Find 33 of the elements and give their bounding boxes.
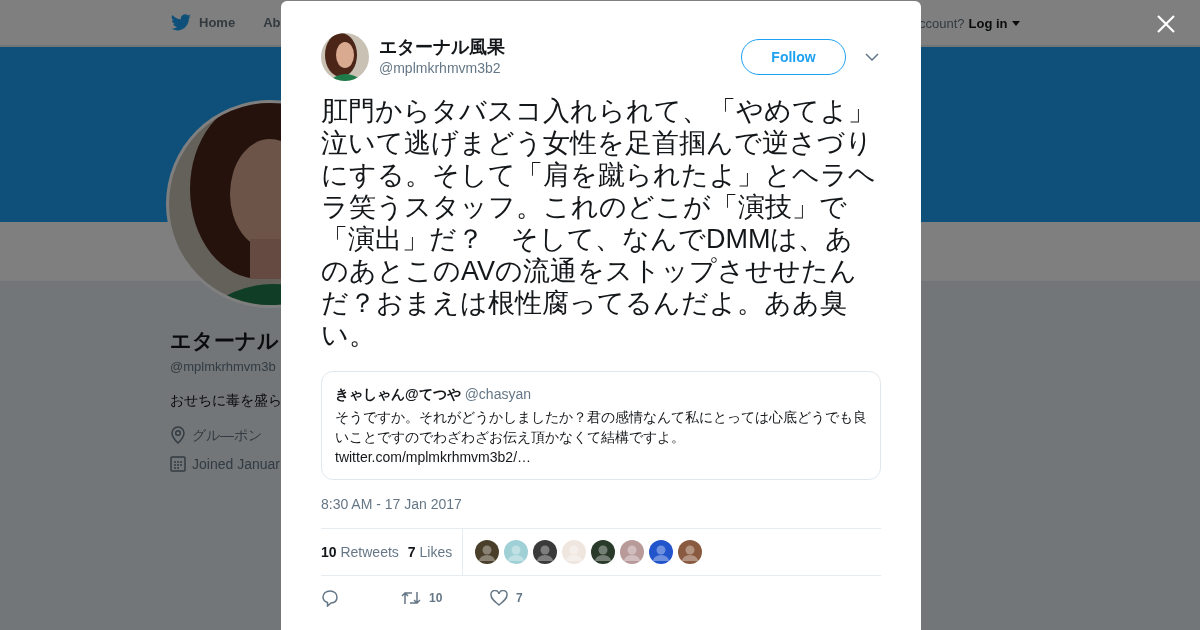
action-count: 7 — [516, 590, 523, 607]
quoted-tweet-link[interactable]: twitter.com/mplmkrhmvm3b2/… — [335, 447, 867, 467]
tweet-text: 肛門からタバスコ入れられて、「やめてよ」泣いて逃げまどう女性を足首掴んで逆さづりにする。そして「肩を蹴られたよ」とヘラヘラ笑うスタッフ。これのどこが「演技」で「演出」だ？ そして、なんでDMMは、あのあとこのAVの流通をストップさせせたんだ？おまえは根性腐ってるんだよ。ああ臭い。 — [321, 95, 877, 351]
stat-link[interactable]: 7 Likes — [407, 541, 453, 563]
profile-handle: @mplmkrhmvm3b — [170, 358, 276, 376]
account-prompt: ccount? — [919, 15, 965, 33]
profile-name: エターナル — [170, 328, 279, 354]
login-button[interactable]: Log in — [968, 14, 1020, 34]
heart-icon[interactable] — [490, 590, 508, 606]
quoted-tweet-text: そうですか。それがどうかしましたか？君の感情なんて私にとっては心底どうでも良いことですのでわざわざお伝え頂かなくて結構ですよ。 — [335, 408, 867, 447]
user-avatar[interactable] — [533, 540, 558, 564]
author-handle: @mplmkrhmvm3b2 — [379, 59, 502, 78]
author-name[interactable]: エターナル風果 — [379, 36, 505, 58]
user-avatar[interactable] — [475, 540, 500, 564]
caret-icon — [1011, 21, 1020, 27]
profile-location: グル―ポン — [192, 425, 262, 445]
reply-icon[interactable] — [321, 589, 339, 607]
action-count: 10 — [429, 590, 443, 607]
quoted-author-name: きゃしゃん@てつや — [335, 385, 461, 404]
quoted-author-handle: @chasyan — [464, 385, 531, 404]
user-avatar[interactable] — [649, 540, 674, 564]
close-icon[interactable] — [1157, 15, 1175, 33]
user-avatar[interactable] — [678, 540, 703, 564]
tweet-timestamp[interactable]: 8:30 AM - 17 Jan 2017 — [321, 494, 881, 515]
retweet-icon[interactable] — [401, 590, 421, 606]
user-avatar[interactable] — [591, 540, 616, 564]
profile-joined-date: Joined Januar — [192, 454, 281, 474]
chevron-down-icon[interactable] — [865, 53, 879, 61]
stat-link[interactable]: 10 Retweets — [321, 541, 399, 563]
calendar-icon — [170, 456, 186, 472]
location-pin-icon — [170, 426, 186, 444]
quoted-tweet-card[interactable]: きゃしゃん@てつや @chasyan そうですか。それがどうかしましたか？君の感情なんて私にとっては心底どうでも良いことですのでわざわざお伝え頂かなくて結構ですよ。 twitter.com/mplmkrhmvm3b2/… — [321, 371, 881, 480]
profile-bio: おせちに毒を盛ら — [170, 390, 281, 410]
